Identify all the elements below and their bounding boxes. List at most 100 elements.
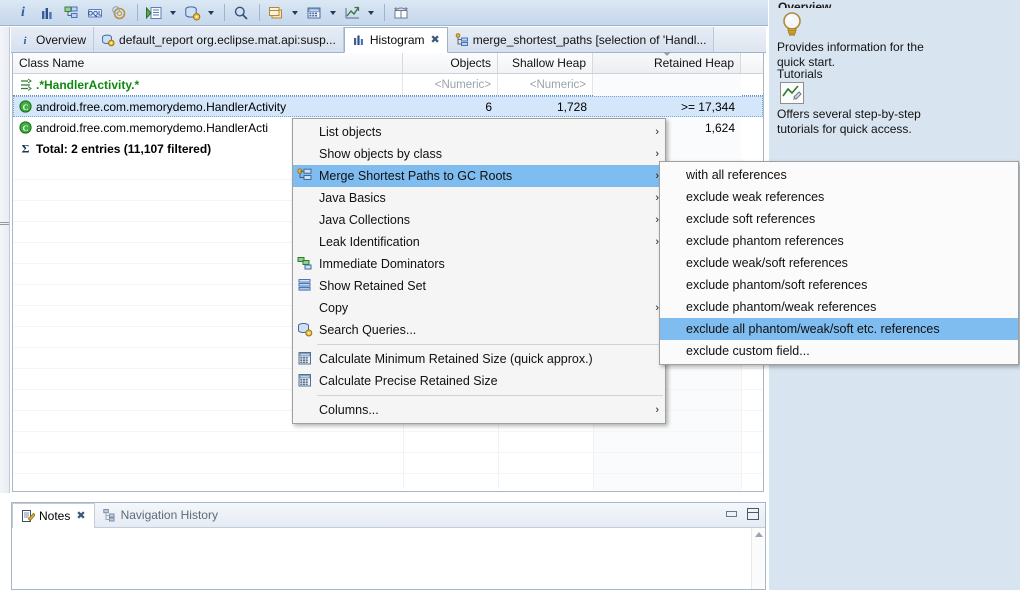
- filter-shallow-heap[interactable]: <Numeric>: [498, 74, 593, 95]
- tab-overview[interactable]: i Overview: [11, 27, 95, 52]
- collapsed-view-bar[interactable]: [0, 27, 10, 493]
- menu-item-label: Leak Identification: [319, 235, 420, 249]
- tutorials-icon: [780, 82, 804, 104]
- calculator-dropdown-arrow[interactable]: [327, 2, 339, 24]
- menu-item-search-queries[interactable]: Search Queries...: [293, 319, 665, 341]
- sigma-icon: Σ: [19, 142, 32, 155]
- export-chart-dropdown-arrow[interactable]: [365, 2, 377, 24]
- retained-set-icon: [297, 278, 315, 294]
- submenu-item-exclude-weak-references[interactable]: exclude weak references: [660, 186, 1018, 208]
- nav-history-icon: [102, 508, 117, 522]
- compare-icon[interactable]: [390, 2, 412, 24]
- filter-value: <Numeric>: [434, 78, 491, 91]
- notes-editor[interactable]: [12, 528, 765, 589]
- tab-default-report[interactable]: default_report org.eclipse.mat.api:susp.…: [94, 27, 344, 52]
- menu-item-show-retained-set[interactable]: Show Retained Set: [293, 275, 665, 297]
- blank-icon: [664, 343, 682, 359]
- submenu-item-exclude-phantom-references[interactable]: exclude phantom references: [660, 230, 1018, 252]
- calculator-icon[interactable]: [303, 2, 325, 24]
- submenu-item-exclude-phantom-soft-references[interactable]: exclude phantom/soft references: [660, 274, 1018, 296]
- query-browser-db-icon[interactable]: [181, 2, 203, 24]
- menu-item-label: Copy: [319, 301, 349, 315]
- calc-icon: [297, 373, 315, 389]
- collapsed-view-handle[interactable]: [0, 222, 9, 225]
- blank-icon: [664, 277, 682, 293]
- submenu-item-exclude-phantom-weak-references[interactable]: exclude phantom/weak references: [660, 296, 1018, 318]
- menu-item-label: exclude all phantom/weak/soft etc. refer…: [686, 322, 940, 336]
- menu-item-immediate-dominators[interactable]: Immediate Dominators: [293, 253, 665, 275]
- menu-item-columns[interactable]: Columns... ›: [293, 399, 665, 421]
- column-header-objects[interactable]: Objects: [403, 53, 498, 73]
- menu-item-leak-identification[interactable]: Leak Identification ›: [293, 231, 665, 253]
- tab-navigation-history[interactable]: Navigation History: [95, 503, 226, 527]
- tab-label: Overview: [36, 32, 87, 47]
- cell-objects: 6: [485, 99, 492, 114]
- export-chart-icon[interactable]: [341, 2, 363, 24]
- filter-class-name[interactable]: .*HandlerActivity.*: [13, 74, 403, 95]
- help-panel-tutorials-text: Offers several step-by-step tutorials fo…: [777, 107, 921, 136]
- dominator-tree-icon[interactable]: [60, 2, 82, 24]
- context-menu[interactable]: List objects › Show objects by class › M…: [292, 118, 666, 424]
- filter-objects[interactable]: <Numeric>: [403, 74, 498, 95]
- blank-icon: [297, 190, 315, 206]
- bottom-view-stack: Notes ✖ Navigation History: [11, 502, 766, 590]
- overview-info-icon[interactable]: i: [12, 2, 34, 24]
- histogram-icon[interactable]: [36, 2, 58, 24]
- submenu-item-exclude-custom-field[interactable]: exclude custom field...: [660, 340, 1018, 362]
- filter-icon: [19, 78, 33, 92]
- column-header-class-name[interactable]: Class Name: [13, 53, 403, 73]
- notes-scrollbar[interactable]: [751, 528, 765, 589]
- maximize-icon[interactable]: [747, 508, 759, 520]
- svg-text:OQL: OQL: [88, 10, 102, 17]
- chevron-right-icon: ›: [655, 126, 659, 138]
- scroll-up-arrow-icon[interactable]: [755, 532, 763, 537]
- group-result-dropdown-arrow[interactable]: [289, 2, 301, 24]
- blank-icon: [297, 212, 315, 228]
- menu-item-merge-shortest-paths-to-gc-roots[interactable]: Merge Shortest Paths to GC Roots ›: [293, 165, 665, 187]
- minimize-icon[interactable]: [725, 508, 737, 518]
- group-result-folder-icon[interactable]: [265, 2, 287, 24]
- close-icon[interactable]: ✖: [76, 510, 85, 522]
- menu-item-copy[interactable]: Copy ›: [293, 297, 665, 319]
- blank-icon: [664, 255, 682, 271]
- tab-label: Navigation History: [120, 508, 218, 522]
- submenu-item-exclude-all-phantom-weak-soft-references[interactable]: exclude all phantom/weak/soft etc. refer…: [660, 318, 1018, 340]
- tab-merge-shortest-paths[interactable]: merge_shortest_paths [selection of 'Hand…: [447, 27, 715, 52]
- editor-tab-bar: i Overview default_report org.eclipse.ma…: [11, 27, 766, 53]
- oql-icon[interactable]: OQL: [84, 2, 106, 24]
- open-query-browser-dropdown-arrow[interactable]: [167, 2, 179, 24]
- query-browser-dropdown-arrow[interactable]: [205, 2, 217, 24]
- help-panel-cut-title: Overview: [778, 0, 832, 8]
- blank-icon: [664, 233, 682, 249]
- column-header-retained-heap[interactable]: Retained Heap: [593, 52, 741, 73]
- submenu-item-exclude-weak-soft-references[interactable]: exclude weak/soft references: [660, 252, 1018, 274]
- blank-icon: [664, 321, 682, 337]
- help-panel-overview-text: Provides information for the quick start…: [777, 40, 924, 69]
- table-row[interactable]: C android.free.com.memorydemo.HandlerAct…: [13, 96, 763, 117]
- menu-item-calculate-precise-retained-size[interactable]: Calculate Precise Retained Size: [293, 370, 665, 392]
- merge-shortest-paths-submenu[interactable]: with all references exclude weak referen…: [659, 161, 1019, 365]
- report-icon: [101, 33, 115, 47]
- submenu-item-with-all-references[interactable]: with all references: [660, 164, 1018, 186]
- menu-item-label: exclude weak references: [686, 190, 825, 204]
- column-header-shallow-heap[interactable]: Shallow Heap: [498, 53, 593, 73]
- tab-label: default_report org.eclipse.mat.api:susp.…: [119, 32, 336, 47]
- menu-item-list-objects[interactable]: List objects ›: [293, 121, 665, 143]
- svg-text:C: C: [23, 124, 29, 133]
- search-icon[interactable]: [230, 2, 252, 24]
- close-icon[interactable]: ✖: [431, 34, 440, 46]
- menu-item-show-objects-by-class[interactable]: Show objects by class ›: [293, 143, 665, 165]
- blank-icon: [664, 299, 682, 315]
- tab-notes[interactable]: Notes ✖: [12, 503, 95, 528]
- tab-histogram[interactable]: Histogram ✖: [343, 27, 448, 53]
- bottom-view-tab-bar: Notes ✖ Navigation History: [12, 503, 765, 528]
- submenu-item-exclude-soft-references[interactable]: exclude soft references: [660, 208, 1018, 230]
- menu-separator: [317, 395, 663, 396]
- run-expert-system-gear-icon[interactable]: [108, 2, 130, 24]
- menu-item-calculate-minimum-retained-size[interactable]: Calculate Minimum Retained Size (quick a…: [293, 348, 665, 370]
- menu-item-java-collections[interactable]: Java Collections ›: [293, 209, 665, 231]
- histogram-icon: [352, 33, 366, 47]
- menu-item-java-basics[interactable]: Java Basics ›: [293, 187, 665, 209]
- menu-item-label: Java Collections: [319, 213, 411, 227]
- open-query-browser-icon[interactable]: [143, 2, 165, 24]
